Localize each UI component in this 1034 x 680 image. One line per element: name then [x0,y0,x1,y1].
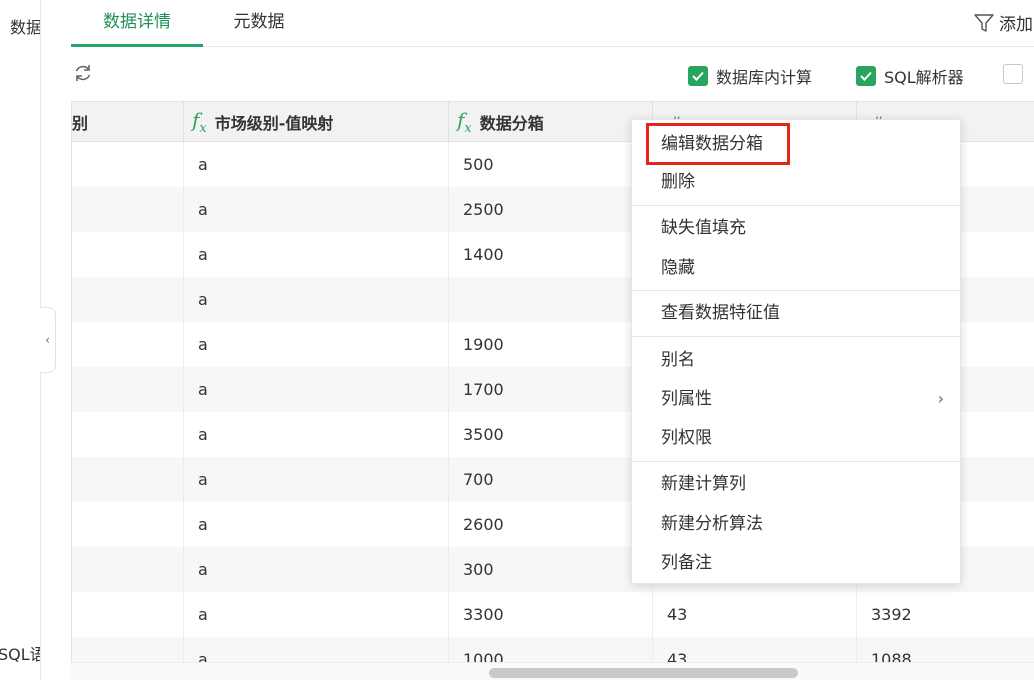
horizontal-scrollbar[interactable] [71,662,1034,680]
table-cell[interactable]: 1400 [449,232,653,277]
table-cell[interactable]: 3300 [449,592,653,637]
tab-bar: 数据详情 元数据 [71,0,1034,47]
menu-item-label: 列属性 [661,389,712,409]
sql-parser-label: SQL解析器 [884,68,964,87]
menu-item-hide[interactable]: 隐藏 [632,249,960,287]
menu-item-column-note[interactable]: 列备注 [632,544,960,582]
table-cell[interactable]: a [184,322,449,367]
table-cell[interactable]: a [184,412,449,457]
refresh-icon[interactable] [72,62,94,84]
table-cell[interactable] [72,547,184,592]
table-cell[interactable] [72,367,184,412]
left-panel-sql-label[interactable]: SQL语 [0,641,40,665]
table-cell[interactable]: 300 [449,547,653,592]
table-cell[interactable] [72,322,184,367]
table-cell[interactable] [72,277,184,322]
column-header-data-binning[interactable]: fx 数据分箱 [449,102,653,142]
column-header-label: 别 [72,114,89,133]
table-cell[interactable]: a [184,592,449,637]
table-cell[interactable]: 3392 [857,592,1034,637]
formula-icon: fx [192,108,207,136]
table-cell[interactable] [72,457,184,502]
table-cell[interactable] [72,142,184,187]
add-filter-label: 添加 [999,15,1033,35]
menu-divider [632,336,960,337]
table-cell[interactable]: a [184,142,449,187]
checkbox-checked-icon [856,66,876,86]
menu-item-edit-data-binning[interactable]: 编辑数据分箱 [646,123,790,165]
table-cell[interactable]: a [184,367,449,412]
menu-item-fill-missing[interactable]: 缺失值填充 [632,209,960,247]
menu-item-new-calculated-column[interactable]: 新建计算列 [632,465,960,503]
column-header-label: 数据分箱 [479,114,544,133]
table-cell[interactable] [72,187,184,232]
chevron-left-icon: ‹ [45,333,50,347]
left-panel-title: 数据 [10,18,41,37]
menu-divider [632,290,960,291]
menu-item-new-analysis-algorithm[interactable]: 新建分析算法 [632,505,960,543]
table-cell[interactable] [72,412,184,457]
collapse-panel-button[interactable]: ‹ [40,307,56,373]
menu-item-view-feature-values[interactable]: 查看数据特征值 [632,294,960,332]
column-header-label: 市场级别-值映射 [214,114,334,133]
table-row[interactable]: a 3300 43 3392 [72,592,1034,637]
in-database-compute-label: 数据库内计算 [716,68,813,87]
scrollbar-thumb[interactable] [489,668,798,678]
table-cell[interactable]: 3500 [449,412,653,457]
table-cell[interactable] [72,592,184,637]
table-cell[interactable]: a [184,187,449,232]
table-cell[interactable] [449,277,653,322]
table-cell[interactable]: 500 [449,142,653,187]
formula-icon: fx [457,108,472,136]
table-cell[interactable]: a [184,502,449,547]
table-cell[interactable]: 2600 [449,502,653,547]
table-cell[interactable]: 43 [653,592,857,637]
column-header-market-level-mapping[interactable]: fx 市场级别-值映射 [184,102,449,142]
table-cell[interactable]: 2500 [449,187,653,232]
left-panel: 数据 SQL语 [0,0,41,680]
menu-item-alias[interactable]: 别名 [632,341,960,379]
table-cell[interactable]: a [184,277,449,322]
tab-metadata[interactable]: 元数据 [219,0,299,47]
column-context-menu: 编辑数据分箱 删除 缺失值填充 隐藏 查看数据特征值 别名 列属性 › 列权限 … [631,119,961,584]
menu-item-column-properties[interactable]: 列属性 › [632,380,960,418]
checkbox-checked-icon [688,66,708,86]
table-cell[interactable] [72,502,184,547]
table-cell[interactable]: a [184,457,449,502]
chevron-right-icon: › [937,389,944,408]
table-cell[interactable]: 700 [449,457,653,502]
table-cell[interactable] [72,232,184,277]
checkbox-unchecked-icon [1003,64,1023,84]
table-cell[interactable]: 1700 [449,367,653,412]
menu-item-column-permissions[interactable]: 列权限 [632,419,960,457]
table-cell[interactable]: a [184,232,449,277]
table-cell[interactable]: 1900 [449,322,653,367]
menu-item-delete[interactable]: 删除 [632,163,960,201]
table-cell[interactable]: a [184,547,449,592]
third-option-checkbox[interactable] [1003,64,1023,84]
filter-icon [974,13,994,32]
in-database-compute-checkbox[interactable]: 数据库内计算 [688,64,812,88]
menu-divider [632,205,960,206]
column-header-level[interactable]: 别 [72,102,184,142]
menu-divider [632,461,960,462]
sql-parser-checkbox[interactable]: SQL解析器 [856,64,964,88]
add-filter-button[interactable]: 添加 [973,10,1033,35]
tab-data-details[interactable]: 数据详情 [71,0,203,47]
